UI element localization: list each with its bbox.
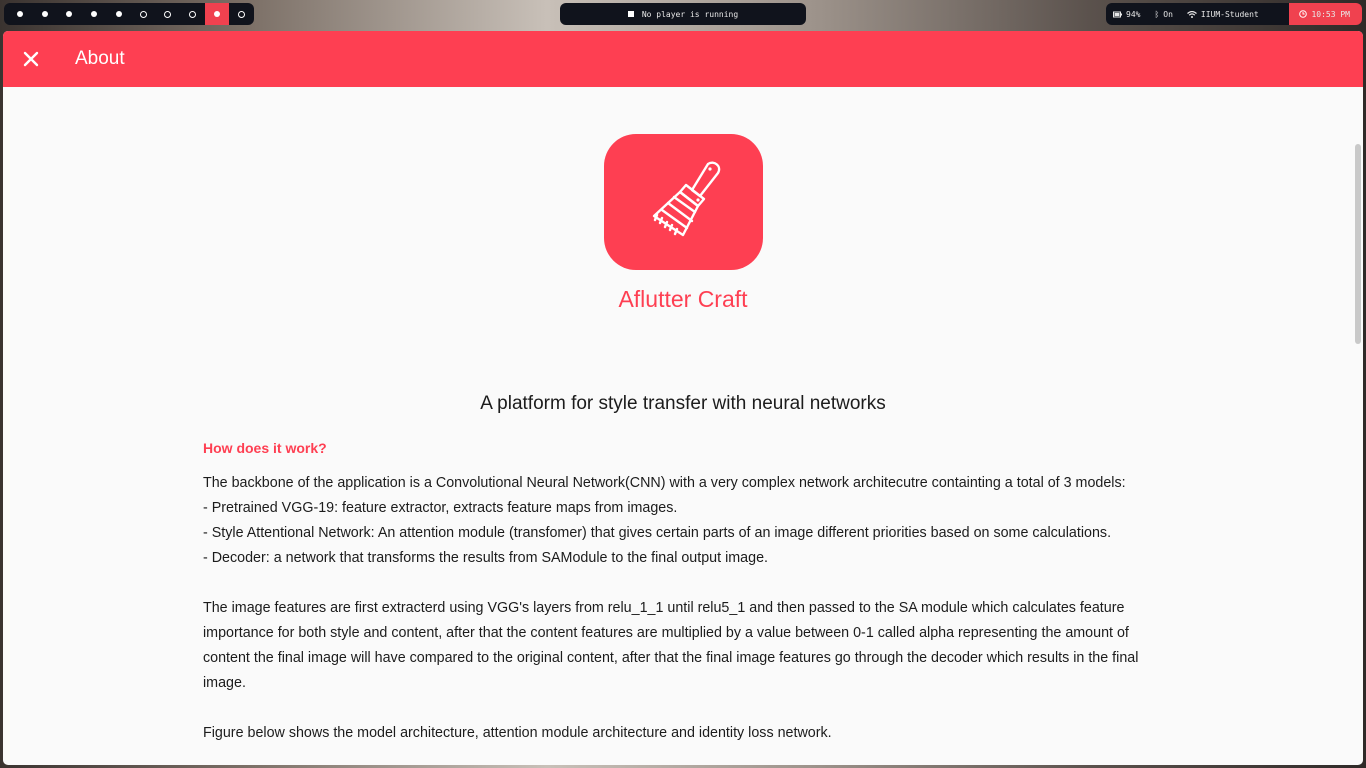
- workspace-3[interactable]: [57, 3, 82, 25]
- pipeline-paragraph: The image features are first extracterd …: [203, 600, 1139, 691]
- battery-level: 94%: [1126, 9, 1141, 19]
- scrollbar-thumb[interactable]: [1355, 144, 1361, 344]
- battery-indicator[interactable]: 94%: [1106, 10, 1147, 19]
- workspace-5[interactable]: [106, 3, 131, 25]
- clock-time: 10:53 PM: [1311, 9, 1350, 19]
- app-tagline: A platform for style transfer with neura…: [480, 393, 886, 414]
- bluetooth-status: On: [1163, 9, 1173, 19]
- workspace-switcher: [4, 3, 254, 25]
- close-button[interactable]: [3, 31, 59, 87]
- paintbrush-icon: [652, 161, 720, 237]
- workspace-7[interactable]: [156, 3, 181, 25]
- status-tray: 94% ᛒ On IIUM-Student 10:53 PM: [1106, 3, 1362, 25]
- workspace-1[interactable]: [8, 3, 33, 25]
- how-it-works-heading: How does it work?: [203, 440, 327, 456]
- about-content: Aflutter Craft A platform for style tran…: [3, 87, 1363, 765]
- wifi-network-name: IIUM-Student: [1200, 9, 1259, 19]
- workspace-2[interactable]: [33, 3, 58, 25]
- close-icon: [23, 51, 39, 67]
- system-top-bar: No player is running 94% ᛒ On IIUM-Stude…: [0, 0, 1366, 30]
- figure-caption-paragraph: Figure below shows the model architectur…: [203, 725, 832, 741]
- workspace-6[interactable]: [131, 3, 156, 25]
- clock-icon: [1299, 10, 1308, 18]
- description-body: The backbone of the application is a Con…: [203, 471, 1173, 765]
- workspace-9-active[interactable]: [204, 3, 230, 25]
- architecture-paragraph: The backbone of the application is a Con…: [203, 471, 1173, 571]
- app-window: About Aflutter Craft A platform for styl…: [3, 31, 1363, 765]
- battery-icon: [1113, 11, 1122, 17]
- workspace-4[interactable]: [82, 3, 107, 25]
- app-bar: About: [3, 31, 1363, 87]
- architecture-intro: The backbone of the application is a Con…: [203, 475, 1126, 491]
- bluetooth-icon: ᛒ: [1154, 9, 1160, 19]
- workspace-8[interactable]: [180, 3, 205, 25]
- bullet-san: - Style Attentional Network: An attentio…: [203, 525, 1112, 541]
- stop-icon: [627, 11, 634, 17]
- media-player-widget[interactable]: No player is running: [560, 3, 806, 25]
- clock-widget[interactable]: 10:53 PM: [1289, 3, 1362, 25]
- app-logo: [604, 134, 763, 270]
- app-name: Aflutter Craft: [618, 286, 748, 312]
- wifi-icon: [1187, 10, 1197, 18]
- page-title: About: [75, 48, 125, 69]
- bullet-vgg: - Pretrained VGG-19: feature extractor, …: [203, 500, 678, 516]
- player-status-text: No player is running: [641, 9, 739, 19]
- bluetooth-indicator[interactable]: ᛒ On: [1147, 10, 1179, 19]
- workspace-10[interactable]: [229, 3, 254, 25]
- bullet-decoder: - Decoder: a network that transforms the…: [203, 550, 768, 566]
- wifi-indicator[interactable]: IIUM-Student: [1180, 10, 1266, 19]
